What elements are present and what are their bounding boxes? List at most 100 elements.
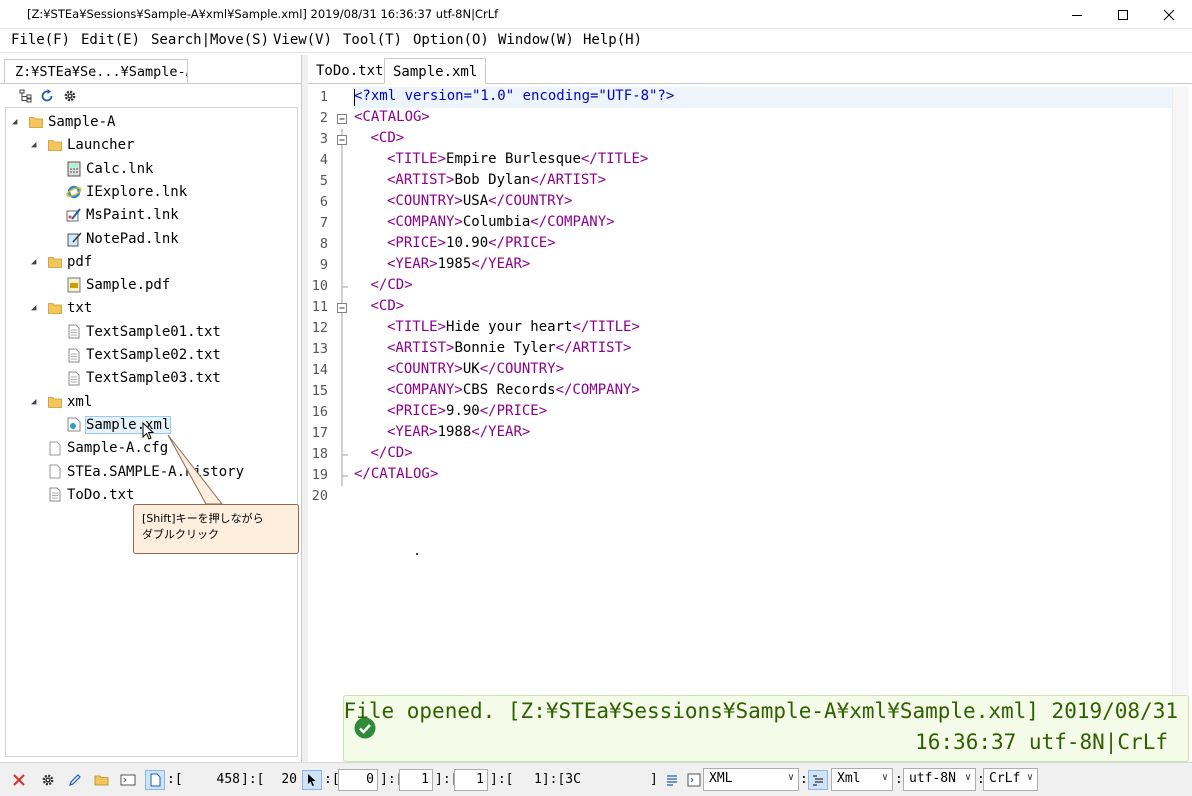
status-sep-5: ] [650, 772, 658, 787]
line-number: 9 [319, 257, 328, 273]
text-file-icon [66, 347, 82, 363]
xml-file-icon [66, 417, 82, 433]
xml-tag: <TITLE> [387, 319, 447, 335]
xml-tag: <COUNTRY> [387, 193, 463, 209]
element-text: CBS Records [462, 382, 556, 398]
tree-item[interactable]: MsPaint.lnk [50, 204, 179, 226]
status-field-1[interactable]: 0 [338, 769, 378, 791]
tree-item-label: Sample.pdf [86, 277, 171, 294]
xml-tag: <CD> [370, 130, 405, 146]
menu-tool[interactable]: Tool(T) [343, 32, 402, 48]
menu-file[interactable]: File(F) [11, 32, 70, 48]
close-window-button[interactable] [1146, 0, 1192, 29]
status-field-3[interactable]: 1 [454, 769, 488, 791]
menu-option[interactable]: Option(O) [413, 32, 489, 48]
status-field-2[interactable]: 1 [399, 769, 433, 791]
tree-settings-button[interactable] [61, 87, 79, 105]
text-file-icon [66, 324, 82, 340]
status-position-prefix: :[ [167, 772, 183, 787]
line-number: 3 [319, 131, 328, 147]
code-line: </CD> [371, 445, 413, 461]
tree-item[interactable]: ◢ Launcher [31, 134, 134, 156]
menu-search-move[interactable]: Search|Move(S) [151, 32, 269, 48]
xml-tag: </COMPANY> [530, 214, 615, 230]
encoding-select[interactable]: utf-8N ∨ [903, 768, 976, 791]
tree-item[interactable]: Calc.lnk [50, 158, 153, 180]
tree-item[interactable]: IExplore.lnk [50, 181, 187, 203]
outline-icon [813, 775, 823, 786]
code-area[interactable]: 1 2 3 4 5 6 7 8 9 10 11 12 13 14 15 16 17 18 19 20 <?xml ve… [308, 87, 1172, 762]
outline-button[interactable] [808, 770, 828, 790]
tree-item[interactable]: TextSample01.txt [50, 321, 221, 343]
tree-item[interactable]: STEa.SAMPLE-A.history [31, 461, 244, 483]
close-file-button[interactable] [9, 770, 29, 790]
xml-tag: </TITLE> [580, 151, 649, 167]
line-ending-select[interactable]: CrLf ∨ [983, 768, 1038, 791]
edit-button[interactable] [65, 770, 85, 790]
tree-item-label: NotePad.lnk [86, 230, 179, 247]
code-line: <ARTIST>Bonnie Tyler</ARTIST> [387, 340, 631, 356]
word-wrap-button[interactable] [662, 770, 682, 790]
tree-item-label: Sample-A.cfg [67, 440, 169, 457]
fold-markers [337, 114, 348, 486]
tree-view-button[interactable] [17, 87, 35, 105]
line-number: 5 [319, 173, 328, 189]
folder-icon [47, 394, 63, 410]
status-sep-6: : [800, 772, 808, 787]
tree-item-label: STEa.SAMPLE-A.history [67, 463, 245, 480]
tree-item[interactable]: NotePad.lnk [50, 228, 179, 250]
expand-arrow-icon[interactable]: ◢ [31, 140, 43, 150]
code-line: </CD> [371, 277, 413, 293]
menu-help[interactable]: Help(H) [583, 32, 642, 48]
tree-item[interactable]: TextSample02.txt [50, 344, 221, 366]
tree-item[interactable]: ◢ pdf [31, 251, 92, 273]
tree-item-label: MsPaint.lnk [86, 207, 179, 224]
menu-window[interactable]: Window(W) [498, 32, 574, 48]
expand-arrow-icon[interactable]: ◢ [31, 303, 43, 313]
file-type-select[interactable]: Xml ∨ [831, 768, 893, 791]
menu-edit[interactable]: Edit(E) [81, 32, 140, 48]
settings-button[interactable] [38, 770, 58, 790]
syntax-toggle-button[interactable] [684, 770, 704, 790]
open-folder-button[interactable] [92, 770, 112, 790]
xml-tag: </PRICE> [488, 235, 556, 251]
vertical-scrollbar[interactable] [1172, 87, 1189, 747]
line-number: 2 [319, 110, 328, 126]
refresh-button[interactable] [38, 87, 56, 105]
console-button[interactable] [118, 770, 138, 790]
session-tab[interactable]: Z:¥STEa¥Se...¥Sample-A [4, 59, 188, 84]
line-number: 8 [319, 236, 328, 252]
tab-todo[interactable]: ToDo.txt [308, 58, 391, 84]
minimize-button[interactable] [1054, 0, 1100, 29]
gear-icon [64, 90, 76, 102]
expand-arrow-icon[interactable]: ◢ [31, 397, 43, 407]
maximize-button[interactable] [1100, 0, 1146, 29]
tree-item-label: TextSample02.txt [86, 347, 221, 363]
expand-arrow-icon[interactable]: ◢ [12, 117, 24, 127]
chevron-down-icon: ∨ [964, 772, 971, 783]
code-line: <TITLE>Hide your heart</TITLE> [387, 319, 640, 335]
document-position-button[interactable] [145, 770, 165, 790]
code-line: <COMPANY>Columbia</COMPANY> [387, 214, 615, 230]
tree-item[interactable]: Sample.pdf [50, 274, 170, 296]
element-text: 10.90 [446, 235, 489, 251]
tree-item-label: txt [67, 300, 93, 317]
cursor-position-button[interactable] [302, 770, 322, 790]
syntax-mode-select[interactable]: XML ∨ [703, 768, 799, 791]
tab-sample-xml[interactable]: Sample.xml [384, 58, 487, 84]
element-text: UK [462, 361, 480, 377]
close-icon [1163, 9, 1175, 20]
tree-item[interactable]: ◢ Sample-A [12, 111, 115, 133]
tree-item[interactable]: ◢ xml [31, 391, 92, 413]
tree-item-label: TextSample01.txt [86, 323, 221, 340]
xml-tag: </CD> [370, 445, 413, 461]
xml-tag: <CD> [370, 298, 405, 314]
expand-arrow-icon[interactable]: ◢ [31, 257, 43, 267]
menu-view[interactable]: View(V) [273, 32, 332, 48]
tree-item[interactable]: TextSample03.txt [50, 367, 221, 389]
code-line: <?xml version="1.0" encoding="UTF-8"?> [354, 88, 674, 104]
tree-item[interactable]: ◢ txt [31, 297, 92, 319]
pencil-icon [69, 774, 81, 786]
line-number: 17 [311, 425, 328, 441]
tree-item[interactable]: ToDo.txt [31, 484, 134, 506]
